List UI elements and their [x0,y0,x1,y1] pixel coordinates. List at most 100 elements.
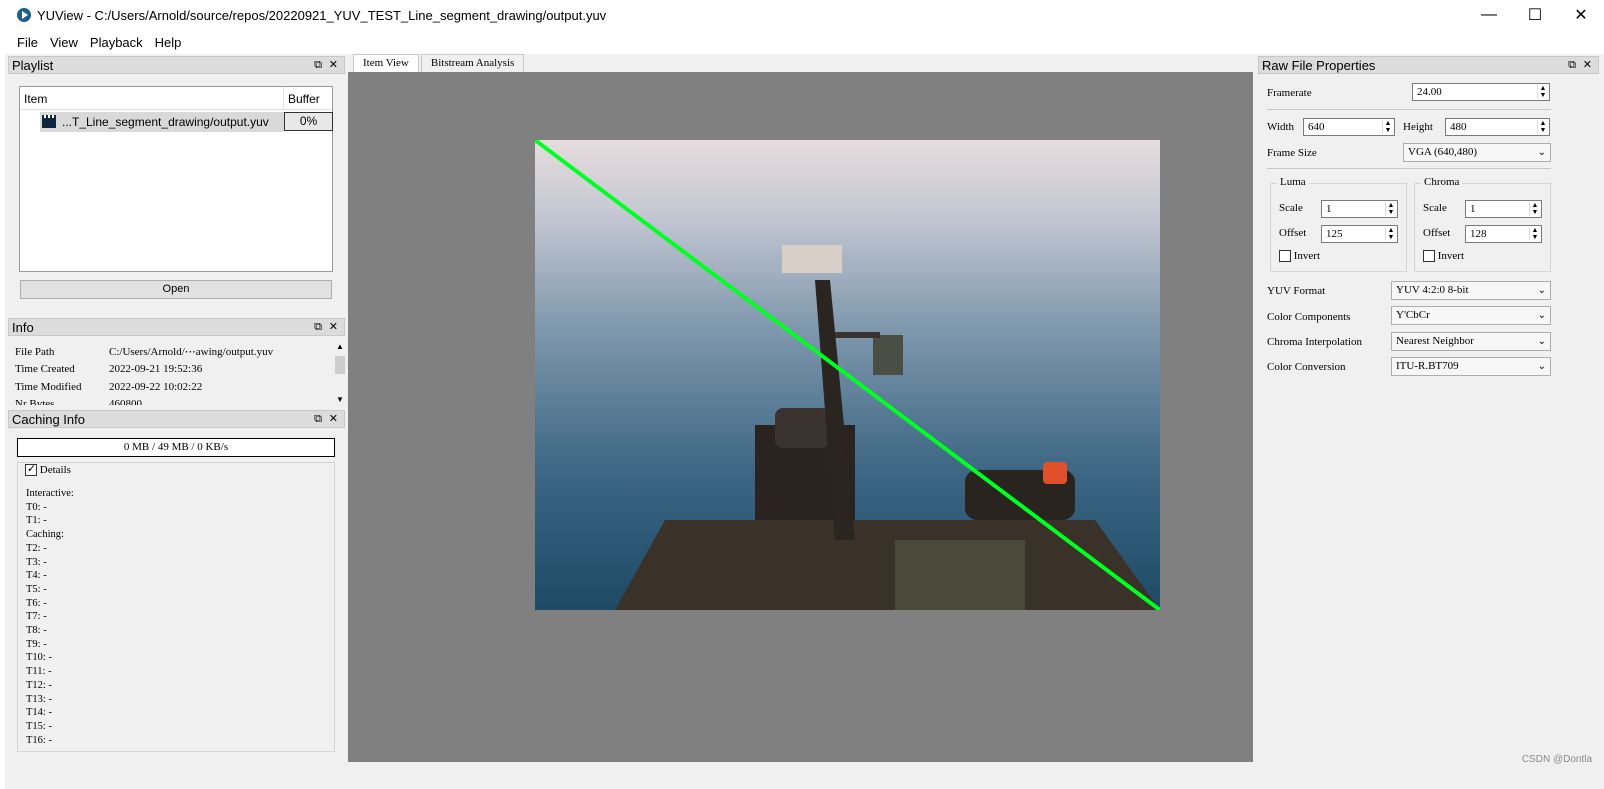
column-header-item[interactable]: Item [20,87,284,109]
spin-arrows-icon[interactable]: ▲ ▼ [1529,227,1540,241]
color-components-select[interactable]: Y'CbCr ⌄ [1391,306,1551,325]
caching-line: T11: - [26,666,52,678]
chroma-invert-label: Invert [1437,250,1465,262]
framerate-spinbox[interactable]: 24.00 ▲ ▼ [1412,83,1550,101]
float-icon[interactable]: ⧉ [314,57,322,73]
tab-item-view[interactable]: Item View [353,54,419,72]
column-header-buffer[interactable]: Buffer [284,87,324,109]
caching-line: T6: - [26,597,47,609]
chroma-interpolation-select[interactable]: Nearest Neighbor ⌄ [1391,332,1551,351]
info-value: 2022-09-22 10:02:22 [109,380,203,393]
luma-invert-label: Invert [1293,250,1321,262]
spin-arrows-icon[interactable]: ▲ ▼ [1537,120,1548,134]
video-file-icon [42,114,56,128]
buffer-progress: 0% [284,112,333,131]
height-spinbox[interactable]: 480 ▲ ▼ [1445,118,1550,136]
color-conversion-select[interactable]: ITU-R.BT709 ⌄ [1391,357,1551,376]
luma-offset-spinbox[interactable]: 125 ▲ ▼ [1321,225,1398,243]
playlist-item[interactable]: ...T_Line_segment_drawing/output.yuv [40,112,284,132]
luma-scale-spinbox[interactable]: 1 ▲ ▼ [1321,200,1398,218]
luma-title: Luma [1277,176,1309,188]
width-value: 640 [1308,121,1325,133]
info-key: File Path [15,345,55,358]
minimize-button[interactable]: — [1466,0,1512,30]
title-bar: YUView - C:/Users/Arnold/source/repos/20… [5,0,1604,30]
luma-group: Luma Scale 1 ▲ ▼ Offset 125 ▲ ▼ Invert [1270,176,1407,272]
info-row: Time Modified 2022-09-22 10:02:22 [15,378,340,396]
menu-file[interactable]: File [11,35,44,50]
caching-line: T0: - [26,501,47,513]
info-row: File Path C:/Users/Arnold/⋯awing/output.y… [15,343,340,361]
caching-line: T12: - [26,679,52,691]
luma-offset-label: Offset [1279,227,1307,239]
float-icon[interactable]: ⧉ [314,411,322,427]
yuv-format-label: YUV Format [1267,285,1326,297]
caching-line: T5: - [26,583,47,595]
info-value: 460800 [109,398,142,405]
color-components-value: Y'CbCr [1396,309,1430,321]
details-checkbox[interactable] [25,462,37,477]
float-icon[interactable]: ⧉ [1568,57,1576,73]
yuv-format-select[interactable]: YUV 4:2:0 8-bit ⌄ [1391,281,1551,300]
open-button[interactable]: Open [20,280,332,299]
info-value: C:/Users/Arnold/⋯awing/output.yuv [109,346,274,359]
framerate-value: 24.00 [1417,86,1442,98]
luma-invert-checkbox[interactable] [1279,250,1291,263]
framerate-label: Framerate [1267,87,1312,99]
info-key: Time Modified [15,380,82,393]
maximize-button[interactable]: ☐ [1512,0,1558,30]
width-spinbox[interactable]: 640 ▲ ▼ [1303,118,1395,136]
chroma-scale-spinbox[interactable]: 1 ▲ ▼ [1465,200,1542,218]
caching-details-text: Interactive: T0: - T1: - Caching: T2: - T3: -… [26,487,74,747]
item-view-canvas[interactable] [348,72,1253,762]
spin-arrows-icon[interactable]: ▲ ▼ [1529,202,1540,216]
info-title: Info [12,319,34,335]
info-scrollbar[interactable]: ▲ ▼ [333,342,347,404]
caching-line: T10: - [26,652,52,664]
luma-offset-value: 125 [1326,228,1343,240]
scroll-thumb[interactable] [335,356,345,374]
height-label: Height [1403,121,1433,133]
playlist-panel-header: Playlist ⧉ ✕ [8,56,345,74]
scroll-up-icon[interactable]: ▲ [333,342,347,351]
spin-arrows-icon[interactable]: ▲ ▼ [1537,85,1548,99]
spin-arrows-icon[interactable]: ▲ ▼ [1385,202,1396,216]
playlist-tree[interactable]: Item Buffer ...T_Line_segment_drawing/ou… [19,86,333,272]
chroma-offset-spinbox[interactable]: 128 ▲ ▼ [1465,225,1542,243]
caching-line: T2: - [26,542,47,554]
close-icon[interactable]: ✕ [329,411,338,427]
menu-view[interactable]: View [44,35,84,50]
playlist-header-row: Item Buffer [20,87,332,110]
float-icon[interactable]: ⧉ [314,319,322,335]
caching-line: T3: - [26,556,47,568]
menu-playback[interactable]: Playback [84,35,149,50]
chroma-scale-label: Scale [1423,202,1447,214]
cache-usage-bar: 0 MB / 49 MB / 0 KB/s [17,438,335,457]
caching-line: T8: - [26,625,47,637]
spin-arrows-icon[interactable]: ▲ ▼ [1385,227,1396,241]
scroll-down-icon[interactable]: ▼ [333,395,347,404]
close-icon[interactable]: ✕ [329,319,338,335]
chroma-invert-checkbox[interactable] [1423,250,1435,263]
video-frame[interactable] [535,140,1160,610]
caching-line: Interactive: [26,488,74,499]
close-icon[interactable]: ✕ [329,57,338,73]
playlist-item-name: ...T_Line_segment_drawing/output.yuv [62,115,269,129]
info-key: Nr Bytes [15,398,55,405]
caching-line: T7: - [26,611,47,623]
spin-arrows-icon[interactable]: ▲ ▼ [1382,120,1393,134]
chroma-interpolation-label: Chroma Interpolation [1267,336,1363,348]
yuview-window: YUView - C:/Users/Arnold/source/repos/20… [5,0,1604,789]
yuview-app-icon [17,8,31,22]
width-label: Width [1267,121,1295,133]
frame-size-select[interactable]: VGA (640,480) ⌄ [1403,143,1551,162]
tab-bitstream-analysis[interactable]: Bitstream Analysis [420,54,525,72]
chevron-down-icon: ⌄ [1537,147,1546,158]
info-table: File Path C:/Users/Arnold/⋯awing/output.y… [15,343,340,405]
caching-title: Caching Info [12,411,85,427]
close-button[interactable]: ✕ [1558,0,1604,30]
close-icon[interactable]: ✕ [1583,57,1592,73]
caching-line: T14: - [26,707,52,719]
raw-props-title: Raw File Properties [1262,57,1376,73]
menu-help[interactable]: Help [149,35,188,50]
